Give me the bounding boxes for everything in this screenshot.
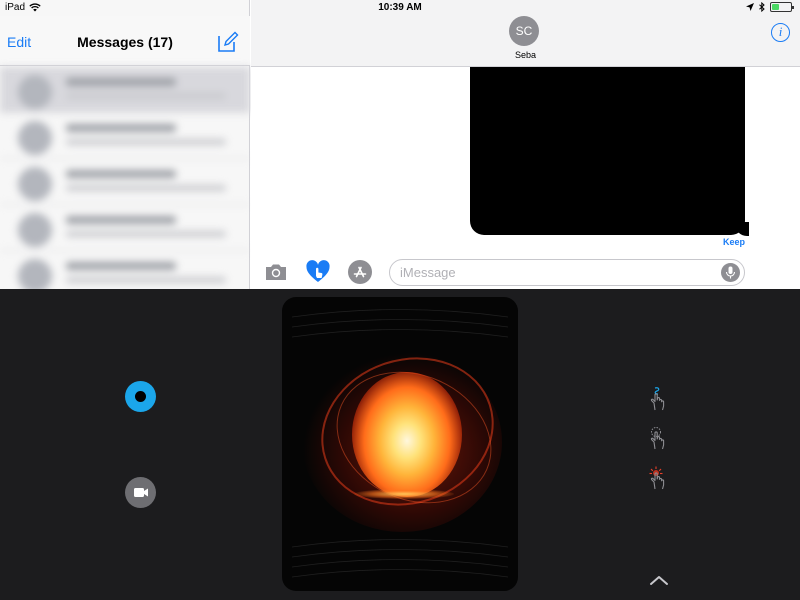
digital-touch-drawer	[0, 289, 800, 600]
sketch-gesture-icon[interactable]	[646, 386, 672, 412]
digital-touch-message-bubble[interactable]	[470, 67, 745, 235]
battery-icon	[770, 2, 794, 12]
chevron-up-icon[interactable]	[648, 573, 670, 587]
app-store-icon[interactable]	[347, 259, 373, 285]
conversation-list-pane: Edit Messages (17)	[0, 0, 250, 289]
messages-split-view: iPad 10:39 AM Edit Messages (17) SC Seba…	[0, 0, 800, 289]
compose-bar: iMessage	[251, 256, 800, 289]
list-item[interactable]	[0, 205, 250, 251]
avatar	[18, 213, 52, 247]
message-input[interactable]: iMessage	[389, 259, 745, 286]
compose-icon[interactable]	[217, 31, 239, 53]
list-item[interactable]	[0, 251, 250, 289]
avatar	[18, 167, 52, 201]
contact-name[interactable]: Seba	[251, 50, 800, 60]
location-arrow-icon	[746, 3, 754, 11]
video-camera-icon[interactable]	[125, 477, 156, 508]
camera-icon[interactable]	[263, 259, 289, 285]
conversation-list-header: Edit Messages (17)	[0, 16, 250, 66]
list-item[interactable]	[0, 113, 250, 159]
drawing-canvas[interactable]	[282, 297, 518, 591]
avatar	[18, 75, 52, 109]
list-item[interactable]	[0, 159, 250, 205]
conversation-list	[0, 67, 250, 289]
page-title: Messages (17)	[77, 34, 173, 50]
heartbeat-core	[352, 372, 462, 497]
status-bar: iPad 10:39 AM	[0, 0, 800, 16]
keep-link[interactable]: Keep	[703, 237, 745, 247]
status-time: 10:39 AM	[378, 2, 422, 13]
info-icon[interactable]: i	[771, 23, 790, 42]
heartbeat-gesture-icon[interactable]	[646, 465, 672, 491]
tap-gesture-icon[interactable]	[646, 425, 672, 451]
bluetooth-icon	[759, 2, 765, 12]
bubble-tail	[735, 222, 749, 236]
list-item[interactable]	[0, 67, 250, 113]
conversation-pane: SC Seba i Keep iMessage	[251, 0, 800, 289]
digital-touch-icon[interactable]	[305, 259, 331, 285]
record-icon[interactable]	[125, 381, 156, 412]
avatar	[18, 259, 52, 289]
contact-avatar[interactable]: SC	[509, 16, 539, 46]
avatar	[18, 121, 52, 155]
microphone-icon[interactable]	[721, 263, 740, 282]
battery-level	[772, 4, 779, 10]
